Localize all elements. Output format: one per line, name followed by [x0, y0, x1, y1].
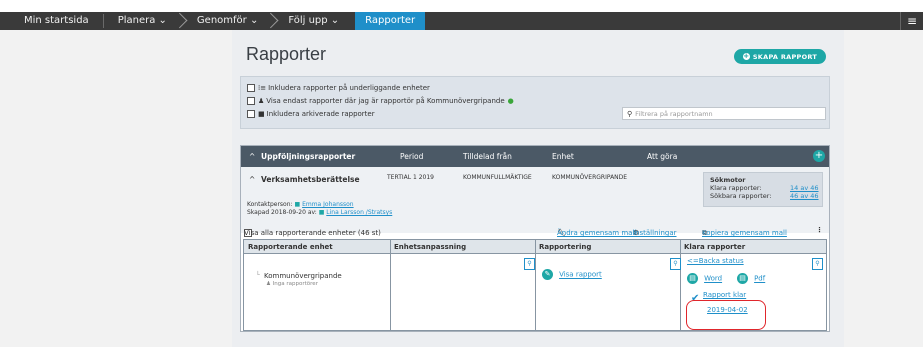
pdf-download[interactable]: ▤ Pdf: [737, 273, 765, 284]
nav-planera[interactable]: Planera ⌄: [104, 12, 177, 30]
settings-label: Inställningar: [633, 229, 677, 237]
word-download[interactable]: ▤ Word: [687, 273, 722, 284]
filter-include-sub-units[interactable]: ⁞≡ Inkludera rapporter på underliggande …: [247, 84, 430, 92]
panel-header: ^ Uppföljningsrapporter Period Tilldelad…: [241, 146, 829, 167]
created-line: Skapad 2018-09-20 av: ■ Lina Larsson /St…: [247, 209, 392, 216]
main-navigation: Min startsida Planera ⌄ Genomför ⌄ Följ …: [0, 12, 923, 30]
contact-link[interactable]: Emma Johansson: [302, 201, 354, 208]
chevron-right-icon: [177, 12, 187, 30]
report-ready-label: Rapport klar: [703, 291, 747, 299]
checkbox[interactable]: [247, 110, 255, 118]
filter-label: Visa endast rapporter där jag är rapport…: [266, 97, 505, 105]
nav-home[interactable]: Min startsida: [0, 12, 103, 30]
sokmotor-box: Sökmotor Klara rapporter: 14 av 46 Sökba…: [703, 172, 823, 207]
filter-only-reporter[interactable]: ♟ Visa endast rapporter där jag är rappo…: [247, 97, 516, 105]
document-icon[interactable]: ⚲: [670, 258, 681, 270]
report-toolbar: Visa alla rapporterande enheter (46 st) …: [241, 223, 829, 238]
filter-label: Inkludera rapporter på underliggande enh…: [268, 84, 430, 92]
klara-value[interactable]: 14 av 46: [790, 184, 819, 192]
nav-folj-upp[interactable]: Följ upp ⌄: [278, 12, 349, 30]
no-reporters-label: Inga rapportörer: [272, 281, 318, 287]
column-divider: [390, 240, 391, 330]
panel-title: Uppföljningsrapporter: [261, 152, 356, 161]
sokmotor-title: Sökmotor: [710, 176, 746, 184]
report-unit: KOMMUNÖVERGRIPANDE: [552, 174, 628, 181]
column-att-gora: Att göra: [647, 152, 678, 161]
document-icon[interactable]: ⚲: [524, 258, 535, 270]
view-report-link[interactable]: ✎ Visa rapport: [542, 269, 602, 280]
create-report-button[interactable]: + SKAPA RAPPORT: [734, 49, 826, 64]
column-divider: [680, 240, 681, 330]
tree-line: └: [256, 271, 260, 279]
unit-name: Kommunövergripande: [264, 272, 342, 280]
report-ready-link[interactable]: Rapport klar: [703, 291, 746, 299]
email-icon: ■: [294, 201, 301, 208]
person-icon: ♟: [258, 97, 265, 105]
report-from: KOMMUNFULLMÄKTIGE: [463, 174, 532, 181]
sokbara-row: Sökbara rapporter: 46 av 46: [710, 192, 819, 200]
contact-label: Kontaktperson:: [247, 201, 293, 208]
checkbox[interactable]: [247, 97, 255, 105]
chevron-right-icon: [268, 12, 278, 30]
collapse-icon[interactable]: ^: [249, 175, 255, 184]
person-icon: ♟: [266, 281, 271, 287]
folder-icon: ■: [258, 110, 265, 118]
copy-template-label: Kopiera gemensam mall: [702, 229, 787, 237]
header-rapporterande-enhet: Rapporterande enhet: [248, 243, 333, 251]
document-icon[interactable]: ⚲: [812, 258, 823, 270]
filter-include-archived[interactable]: ■ Inkludera arkiverade rapporter: [247, 110, 375, 118]
column-divider: [535, 240, 536, 330]
back-status-link[interactable]: <=Backa status: [687, 257, 744, 265]
word-file-icon: ▤: [687, 273, 698, 284]
view-report-label: Visa rapport: [559, 270, 602, 279]
filter-box: ⁞≡ Inkludera rapporter på underliggande …: [240, 76, 830, 129]
pdf-file-icon: ▤: [737, 273, 748, 284]
help-icon[interactable]: ●: [508, 97, 514, 105]
page-title: Rapporter: [246, 44, 327, 64]
checkbox[interactable]: [247, 84, 255, 92]
create-report-label: SKAPA RAPPORT: [752, 52, 818, 61]
header-klara-rapporter: Klara rapporter: [684, 243, 746, 251]
hierarchy-icon: ⁞≡: [258, 84, 267, 92]
red-annotation-circle: [686, 300, 766, 330]
search-placeholder: Filtrera på rapportnamn: [635, 109, 713, 118]
column-tilldelad: Tilldelad från: [463, 152, 512, 161]
sokbara-value[interactable]: 46 av 46: [790, 192, 819, 200]
change-template-label: Ändra gemensam mall: [557, 229, 637, 237]
sokbara-label: Sökbara rapporter:: [710, 192, 772, 200]
back-status-label: <=Backa status: [687, 257, 744, 265]
hamburger-menu-icon[interactable]: ≡: [899, 12, 923, 30]
add-report-button[interactable]: +: [813, 150, 825, 162]
filter-label: Inkludera arkiverade rapporter: [266, 110, 375, 118]
klara-label: Klara rapporter:: [710, 184, 762, 192]
header-rapportering: Rapportering: [539, 243, 592, 251]
search-input[interactable]: ⚲ Filtrera på rapportnamn: [622, 107, 826, 120]
collapse-icon[interactable]: ^: [249, 152, 255, 161]
klara-row: Klara rapporter: 14 av 46: [710, 184, 819, 192]
column-period: Period: [400, 152, 424, 161]
pdf-label: Pdf: [754, 274, 766, 283]
more-menu-icon[interactable]: ⋮: [816, 226, 823, 234]
show-all-label: Visa alla rapporterande enheter (46 st): [244, 229, 381, 237]
contact-line: Kontaktperson: ■ Emma Johansson: [247, 201, 354, 208]
search-icon: ⚲: [627, 109, 633, 118]
word-label: Word: [704, 274, 723, 283]
created-by-link[interactable]: Lina Larsson /Stratsys: [326, 209, 392, 216]
report-period: TERTIAL 1 2019: [387, 174, 434, 181]
nav-genomfor[interactable]: Genomför ⌄: [187, 12, 268, 30]
created-label: Skapad 2018-09-20 av:: [247, 209, 317, 216]
email-icon: ■: [318, 209, 325, 216]
pencil-icon: ✎: [542, 269, 553, 280]
no-reporters: ♟ Inga rapportörer: [266, 281, 318, 287]
plus-icon: +: [742, 52, 750, 60]
column-enhet: Enhet: [552, 152, 574, 161]
nav-rapporter[interactable]: Rapporter: [355, 12, 426, 30]
report-name[interactable]: Verksamhetsberättelse: [261, 175, 360, 184]
header-enhetsanpassning: Enhetsanpassning: [394, 243, 467, 251]
